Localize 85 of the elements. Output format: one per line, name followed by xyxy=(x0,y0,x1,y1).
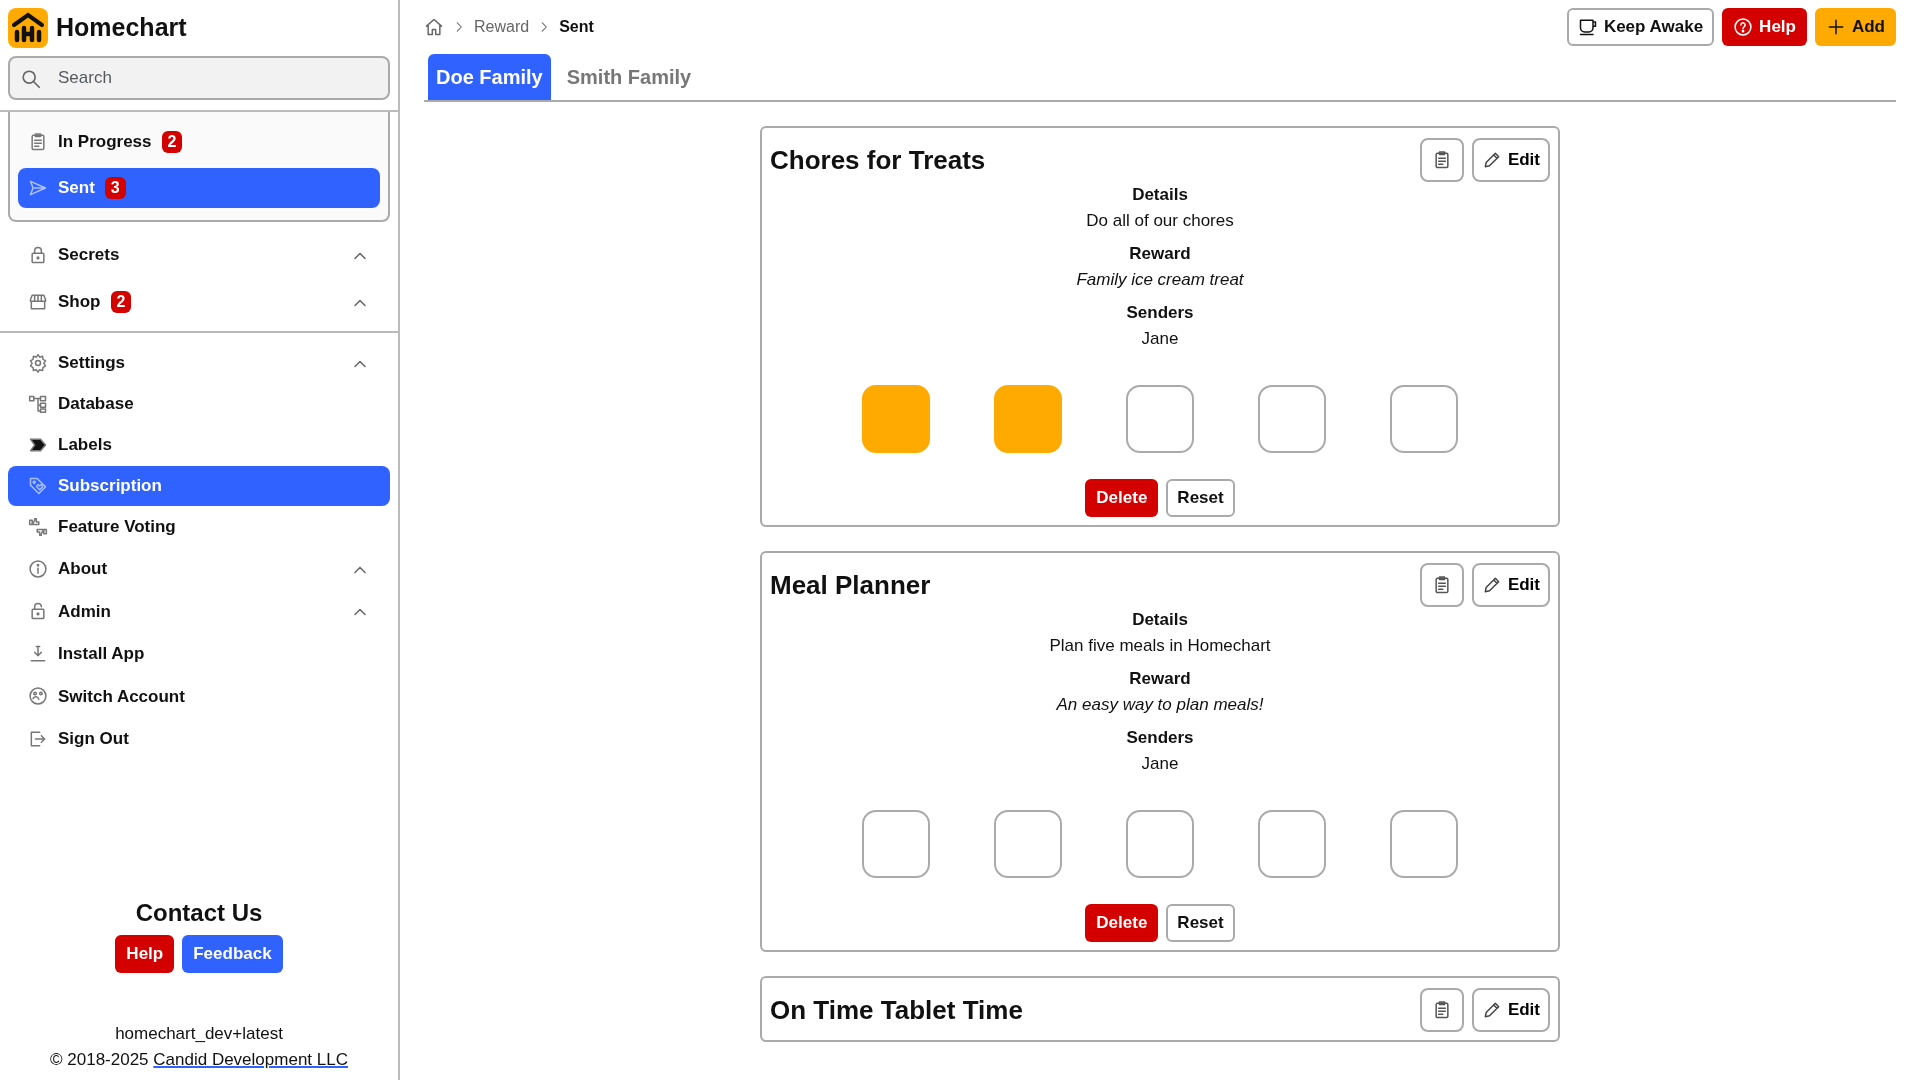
copyright-text: © 2018-2025 Candid Development LLC xyxy=(49,1048,349,1071)
count-badge: 2 xyxy=(110,291,132,313)
clipboard-icon xyxy=(28,132,48,152)
progress-slot[interactable] xyxy=(1126,810,1194,878)
reset-button[interactable]: Reset xyxy=(1166,904,1235,942)
progress-slot[interactable] xyxy=(862,385,930,453)
send-icon xyxy=(28,178,48,198)
sidebar-item[interactable]: Subscription xyxy=(8,466,390,506)
card-title: Chores for Treats xyxy=(770,143,986,177)
field-label: Senders xyxy=(1125,727,1195,749)
label-icon xyxy=(28,435,48,455)
field-label: Reward xyxy=(1128,243,1192,265)
sidebar-item[interactable]: Database xyxy=(8,384,390,424)
progress-slot[interactable] xyxy=(862,810,930,878)
company-link[interactable]: Candid Development LLC xyxy=(153,1049,348,1069)
breadcrumb-item[interactable]: Reward xyxy=(474,15,530,39)
storefront-icon xyxy=(28,292,48,312)
copy-button[interactable] xyxy=(1419,563,1464,607)
search-icon xyxy=(20,68,42,90)
sidebar-item[interactable]: Sign Out xyxy=(8,718,390,760)
edit-button[interactable]: Edit xyxy=(1471,138,1550,182)
sidebar-item[interactable]: Settings xyxy=(8,343,390,383)
count-badge: 2 xyxy=(161,131,183,153)
progress-slot[interactable] xyxy=(1390,810,1458,878)
breadcrumb-item: Sent xyxy=(559,17,594,37)
progress-slot[interactable] xyxy=(1258,385,1326,453)
card-title: On Time Tablet Time xyxy=(770,993,1023,1027)
app-name: Homechart xyxy=(56,12,187,44)
search-field[interactable]: Search xyxy=(8,56,390,100)
family-tab[interactable]: Smith Family xyxy=(558,54,700,100)
field-value: Do all of our chores xyxy=(1085,209,1235,232)
add-button[interactable]: Add xyxy=(1814,8,1896,46)
sidebar-item[interactable]: Admin xyxy=(8,590,390,632)
download-icon xyxy=(28,643,48,664)
sidebar-item[interactable]: Shop 2 xyxy=(8,279,390,325)
field-value: Jane xyxy=(1140,752,1180,775)
sidebar-item[interactable]: Feature Voting xyxy=(8,507,390,547)
help-icon xyxy=(1733,17,1754,37)
field-value: Jane xyxy=(1140,327,1180,350)
face-icon xyxy=(28,686,48,707)
copy-button[interactable] xyxy=(1419,988,1464,1032)
delete-button[interactable]: Delete xyxy=(1085,479,1159,517)
progress-slot[interactable] xyxy=(1390,385,1458,453)
field-label: Reward xyxy=(1128,668,1192,690)
field-label: Senders xyxy=(1125,302,1195,324)
help-button[interactable]: Help xyxy=(115,935,175,973)
field-value: An easy way to plan meals! xyxy=(1055,693,1265,716)
progress-slot[interactable] xyxy=(1258,810,1326,878)
progress-slot[interactable] xyxy=(994,810,1062,878)
hierarchy-icon xyxy=(28,394,48,414)
home-icon xyxy=(424,17,444,37)
field-value: Family ice cream treat xyxy=(1075,268,1245,291)
logo-icon xyxy=(8,8,48,48)
delete-button[interactable]: Delete xyxy=(1085,904,1159,942)
info-icon xyxy=(28,558,48,579)
sidebar-item[interactable]: About xyxy=(8,548,390,590)
copy-button[interactable] xyxy=(1419,138,1464,182)
thumbs-icon xyxy=(28,517,48,537)
sidebar-item[interactable]: Install App xyxy=(8,633,390,675)
sidebar-item[interactable]: Labels xyxy=(8,425,390,465)
edit-button[interactable]: Edit xyxy=(1471,988,1550,1032)
coffee-cup-icon xyxy=(1577,17,1598,37)
edit-button[interactable]: Edit xyxy=(1471,563,1550,607)
version-text: homechart_dev+latest xyxy=(114,1023,284,1045)
field-label: Details xyxy=(1131,609,1189,631)
sidebar-item[interactable]: Secrets xyxy=(8,232,390,278)
field-label: Details xyxy=(1131,184,1189,206)
progress-slot[interactable] xyxy=(994,385,1062,453)
count-badge: 3 xyxy=(104,177,126,199)
tag-icon xyxy=(28,476,48,496)
family-tab[interactable]: Doe Family xyxy=(428,54,551,100)
sidebar-item[interactable]: Sent 3 xyxy=(18,168,380,208)
card-title: Meal Planner xyxy=(770,568,931,602)
field-value: Plan five meals in Homechart xyxy=(1048,634,1272,657)
gear-icon xyxy=(28,353,48,373)
lock-icon xyxy=(28,601,48,622)
contact-heading: Contact Us xyxy=(134,898,264,928)
help-button[interactable]: Help xyxy=(1722,8,1807,46)
progress-slot[interactable] xyxy=(1126,385,1194,453)
feedback-button[interactable]: Feedback xyxy=(182,935,283,973)
sidebar-item[interactable]: Switch Account xyxy=(8,675,390,717)
keep-awake-button[interactable]: Keep Awake xyxy=(1566,8,1715,46)
sidebar-item[interactable]: In Progress 2 xyxy=(18,122,380,162)
lock-icon xyxy=(28,245,48,265)
reset-button[interactable]: Reset xyxy=(1166,479,1235,517)
